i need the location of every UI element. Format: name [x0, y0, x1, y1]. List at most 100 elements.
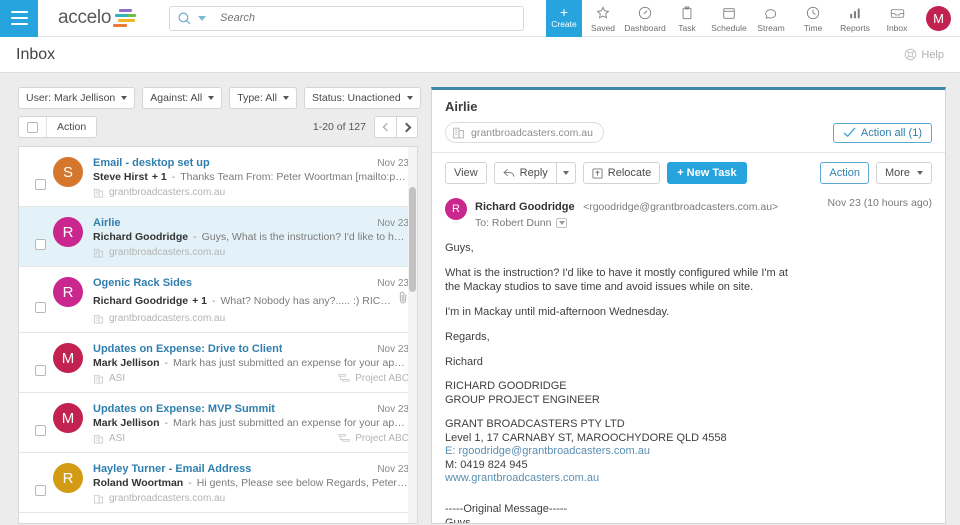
signature-website[interactable]: www.grantbroadcasters.com.au	[445, 472, 932, 486]
separator-dash: -	[164, 357, 169, 369]
row-checkbox-cell[interactable]	[27, 217, 53, 258]
message-project: Project ABC	[338, 433, 409, 444]
list-item[interactable]: M Updates on Expense: MVP Summit Nov 23 …	[19, 393, 417, 453]
more-button[interactable]: More	[875, 162, 932, 184]
message-sender: Richard Goodridge	[93, 231, 189, 243]
reply-dropdown-button[interactable]	[555, 162, 576, 184]
relocate-button[interactable]: Relocate	[582, 162, 661, 184]
list-item-body: Email - desktop set up Nov 23 Steve Hirs…	[93, 157, 409, 198]
separator-dash: -	[171, 171, 176, 183]
message-subject[interactable]: Email - desktop set up	[93, 157, 210, 169]
signature-email-link[interactable]: E: rgoodridge@grantbroadcasters.com.au	[445, 445, 650, 457]
bulk-action-group: Action	[18, 116, 98, 138]
signature-address: Level 1, 17 CARNABY ST, MAROOCHYDORE QLD…	[445, 431, 727, 444]
list-item[interactable]: M Updates on Expense: Drive to Client No…	[19, 333, 417, 393]
row-checkbox-cell[interactable]	[27, 463, 53, 504]
help-button[interactable]: Help	[904, 48, 944, 61]
reply-button[interactable]: Reply	[493, 162, 556, 184]
view-button[interactable]: View	[445, 162, 487, 184]
row-checkbox[interactable]	[34, 239, 46, 250]
recipients-dropdown-button[interactable]	[556, 218, 568, 228]
message-from-email: <rgoodridge@grantbroadcasters.com.au>	[583, 201, 779, 213]
nav-item-schedule[interactable]: Schedule	[708, 0, 750, 37]
message-subject[interactable]: Updates on Expense: MVP Summit	[93, 403, 275, 415]
message-subject[interactable]: Hayley Turner - Email Address	[93, 463, 251, 475]
list-scrollbar[interactable]	[408, 147, 417, 523]
row-checkbox-cell[interactable]	[27, 343, 53, 384]
original-message-divider: -----Original Message-----	[445, 502, 568, 515]
message-subject[interactable]: Ogenic Rack Sides	[93, 277, 192, 289]
row-checkbox-cell[interactable]	[27, 277, 53, 324]
avatar: M	[53, 343, 83, 373]
message-project-label: Project ABC	[355, 373, 409, 384]
row-checkbox[interactable]	[34, 365, 46, 376]
building-icon	[93, 433, 104, 444]
message-to-label: To: Robert Dunn	[475, 217, 552, 229]
detail-company-pill[interactable]: grantbroadcasters.com.au	[445, 122, 604, 143]
nav-item-reports[interactable]: Reports	[834, 0, 876, 37]
list-item[interactable]: R Ogenic Rack Sides Nov 23 Richard Goodr…	[19, 267, 417, 333]
nav-item-inbox[interactable]: Inbox	[876, 0, 918, 37]
message-preview: Hi gents, Please see below Regards, Pete…	[196, 477, 409, 489]
action-all-button[interactable]: Action all (1)	[832, 122, 932, 143]
list-item[interactable]: R Airlie Nov 23 Richard Goodridge - Guys…	[19, 207, 417, 267]
list-item-body: Ogenic Rack Sides Nov 23 Richard Goodrid…	[93, 277, 409, 324]
message-paragraph-2: I'm in Mackay until mid-afternoon Wednes…	[445, 306, 670, 318]
search-bar[interactable]	[169, 5, 525, 31]
filter-type[interactable]: Type: All	[229, 87, 297, 109]
message-timestamp: Nov 23 (10 hours ago)	[827, 197, 932, 209]
filter-against-label: Against: All	[150, 92, 203, 104]
create-button[interactable]: + Create	[546, 0, 582, 37]
signature-email[interactable]: E: rgoodridge@grantbroadcasters.com.au	[445, 445, 932, 459]
filter-status[interactable]: Status: Unactioned	[303, 87, 421, 109]
next-page-button[interactable]	[396, 116, 418, 138]
detail-toolbar: View Reply Relocate + New Task Action Mo…	[432, 152, 945, 193]
view-button-label: View	[454, 167, 478, 179]
brand-logo[interactable]: accelo	[58, 7, 139, 29]
list-item[interactable]: R Hayley Turner - Email Address Nov 23 R…	[19, 453, 417, 513]
nav-item-task[interactable]: Task	[666, 0, 708, 37]
search-input[interactable]	[220, 12, 524, 24]
chevron-down-icon	[917, 171, 923, 175]
message-preview: Mark has just submitted an expense for y…	[173, 417, 409, 429]
user-avatar[interactable]: M	[926, 5, 951, 31]
accelo-logo-icon	[113, 7, 139, 29]
hamburger-menu-button[interactable]	[0, 0, 38, 37]
nav-item-stream[interactable]: Stream	[750, 0, 792, 37]
message-recipients: To: Robert Dunn	[475, 217, 778, 229]
search-scope-dropdown-icon[interactable]	[198, 15, 207, 21]
previous-page-button[interactable]	[374, 116, 396, 138]
filter-against[interactable]: Against: All	[142, 87, 223, 109]
message-subject[interactable]: Updates on Expense: Drive to Client	[93, 343, 282, 355]
signature-website-link[interactable]: www.grantbroadcasters.com.au	[445, 472, 599, 484]
nav-item-dashboard[interactable]: Dashboard	[624, 0, 666, 37]
signature-mobile: M: 0419 824 945	[445, 458, 528, 471]
row-checkbox[interactable]	[34, 485, 46, 496]
gauge-icon	[638, 6, 652, 21]
row-checkbox-cell[interactable]	[27, 403, 53, 444]
message-subject[interactable]: Airlie	[93, 217, 121, 229]
row-checkbox[interactable]	[34, 425, 46, 436]
signature-block: GRANT BROADCASTERS PTY LTD Level 1, 17 C…	[445, 418, 932, 486]
action-button[interactable]: Action	[820, 162, 869, 184]
help-label: Help	[921, 48, 944, 61]
list-item[interactable]: S Email - desktop set up Nov 23 Steve Hi…	[19, 147, 417, 207]
main-content: User: Mark Jellison Against: All Type: A…	[0, 73, 960, 524]
nav-item-time[interactable]: Time	[792, 0, 834, 37]
filter-user[interactable]: User: Mark Jellison	[18, 87, 136, 109]
message-header: R Richard Goodridge <rgoodridge@grantbro…	[432, 193, 945, 237]
message-header-text: Richard Goodridge <rgoodridge@grantbroad…	[475, 197, 778, 229]
select-all-checkbox[interactable]	[27, 121, 38, 133]
row-checkbox[interactable]	[34, 302, 46, 313]
bulk-action-button[interactable]: Action	[47, 121, 96, 133]
new-task-button[interactable]: + New Task	[667, 162, 747, 184]
list-scrollbar-thumb[interactable]	[409, 187, 416, 292]
nav-item-saved[interactable]: Saved	[582, 0, 624, 37]
message-preview: Thanks Team From: Peter Woortman [mailto…	[180, 171, 409, 183]
more-button-label: More	[884, 167, 910, 179]
row-checkbox-cell[interactable]	[27, 157, 53, 198]
select-all-cell[interactable]	[19, 117, 47, 137]
row-checkbox[interactable]	[34, 179, 46, 190]
search-icon	[178, 11, 191, 25]
nav-label-inbox: Inbox	[886, 22, 908, 33]
